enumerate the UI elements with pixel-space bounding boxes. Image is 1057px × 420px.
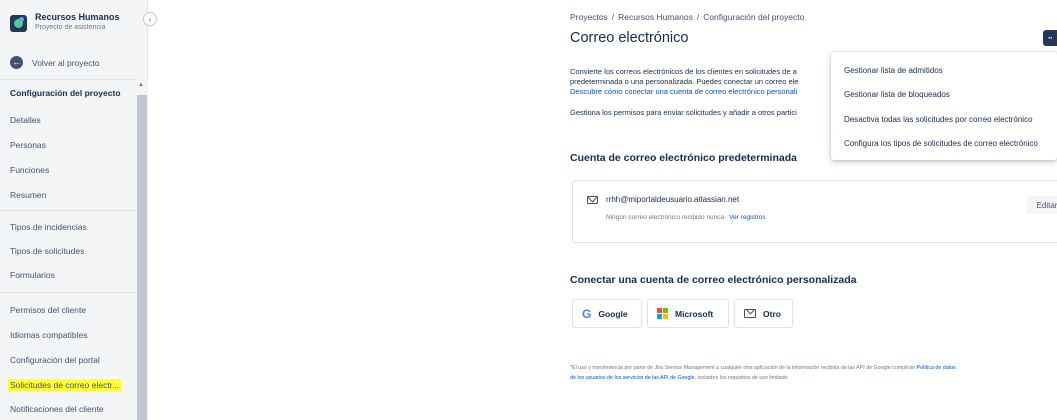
google-button[interactable]: G Google bbox=[572, 299, 642, 328]
google-label: Google bbox=[598, 308, 628, 319]
microsoft-icon bbox=[657, 308, 668, 319]
description-link[interactable]: Descubre cómo conectar una cuenta de cor… bbox=[570, 87, 797, 97]
google-policy-link-cont[interactable]: de los usuarios de los servicios de las … bbox=[570, 375, 695, 381]
collapse-sidebar-button[interactable]: ‹ bbox=[143, 12, 157, 26]
footnote-text-1: *El uso y transferencia por parte de Jir… bbox=[570, 365, 917, 371]
sidebar-item-resumen[interactable]: Resumen bbox=[10, 190, 46, 200]
back-to-project-label: Volver al proyecto bbox=[32, 57, 100, 68]
breadcrumb-separator: / bbox=[611, 12, 615, 22]
envelope-icon bbox=[744, 309, 756, 318]
page-title: Correo electrónico bbox=[570, 30, 689, 46]
custom-account-title: Conectar una cuenta de correo electrónic… bbox=[570, 274, 857, 286]
sidebar-item-idiomas[interactable]: Idiomas compatibles bbox=[10, 330, 87, 340]
default-account-title: Cuenta de correo electrónico predetermin… bbox=[570, 152, 797, 164]
sidebar-scrollbar-thumb[interactable] bbox=[137, 95, 147, 420]
sidebar: Recursos Humanos Proyecto de asistencia … bbox=[0, 0, 148, 420]
footnote-line-1: *El uso y transferencia por parte de Jir… bbox=[570, 364, 956, 372]
other-provider-button[interactable]: Otro bbox=[734, 299, 793, 328]
footnote-text-2: , incluidos los requisitos de uso limita… bbox=[694, 375, 790, 381]
menu-item-configure-types[interactable]: Configura los tipos de solicitudes de co… bbox=[844, 139, 1038, 148]
scroll-up-icon[interactable]: ▲ bbox=[138, 82, 144, 88]
breadcrumb: Proyectos / Recursos Humanos / Configuración… bbox=[570, 12, 804, 22]
google-icon: G bbox=[582, 306, 592, 321]
sidebar-item-funciones[interactable]: Funciones bbox=[10, 165, 49, 175]
email-status: Ningún correo electrónico recibido nunca… bbox=[606, 214, 766, 221]
sidebar-section-title: Configuración del proyecto bbox=[10, 88, 121, 98]
description-line-3: Gestiona los permisos para enviar solici… bbox=[570, 108, 797, 117]
default-email-card bbox=[572, 180, 1057, 243]
envelope-icon bbox=[587, 196, 598, 204]
microsoft-label: Microsoft bbox=[675, 308, 714, 319]
default-email-address: rrhh@miportaldeusuario.atlassian.net bbox=[606, 195, 740, 204]
email-status-text: Ningún correo electrónico recibido nunca bbox=[606, 214, 725, 221]
menu-item-allowlist[interactable]: Gestionar lista de admitidos bbox=[844, 66, 943, 75]
back-to-project-link[interactable]: ← Volver al proyecto bbox=[10, 56, 100, 69]
breadcrumb-proyectos[interactable]: Proyectos bbox=[570, 12, 608, 22]
sidebar-item-permisos-cliente[interactable]: Permisos del cliente bbox=[10, 305, 86, 315]
sidebar-item-config-portal[interactable]: Configuración del portal bbox=[10, 355, 100, 365]
sidebar-item-tipos-solicitudes[interactable]: Tipos de solicitudes bbox=[10, 246, 84, 256]
view-logs-link[interactable]: Ver registros bbox=[729, 214, 766, 221]
sidebar-divider bbox=[0, 292, 136, 293]
breadcrumb-separator: / bbox=[696, 12, 700, 22]
menu-item-disable-all[interactable]: Desactiva todas las solicitudes por corr… bbox=[844, 115, 1033, 124]
other-label: Otro bbox=[763, 308, 781, 319]
sidebar-item-formularios[interactable]: Formularios bbox=[10, 270, 55, 280]
footnote-line-2: de los usuarios de los servicios de las … bbox=[570, 374, 789, 382]
project-name: Recursos Humanos bbox=[35, 12, 120, 22]
more-actions-button[interactable]: ·· bbox=[1043, 30, 1057, 46]
breadcrumb-settings[interactable]: Configuración del proyecto bbox=[703, 12, 804, 22]
arrow-left-icon: ← bbox=[10, 56, 23, 69]
project-avatar-icon bbox=[10, 15, 27, 32]
sidebar-item-tipos-incidencias[interactable]: Tipos de incidencias bbox=[10, 222, 87, 232]
sidebar-item-personas[interactable]: Personas bbox=[10, 140, 46, 150]
sidebar-item-detalles[interactable]: Detalles bbox=[10, 115, 41, 125]
project-subtitle: Proyecto de asistencia bbox=[35, 24, 106, 31]
menu-item-blocklist[interactable]: Gestionar lista de bloqueados bbox=[844, 90, 950, 99]
description-line-1: Convierte los correos electrónicos de lo… bbox=[570, 67, 797, 76]
more-icon: ·· bbox=[1048, 33, 1053, 43]
microsoft-button[interactable]: Microsoft bbox=[647, 299, 729, 328]
chevron-left-icon: ‹ bbox=[148, 14, 152, 24]
sidebar-divider bbox=[0, 210, 136, 211]
edit-button[interactable]: Editar bbox=[1027, 196, 1057, 214]
project-header[interactable]: Recursos Humanos Proyecto de asistencia bbox=[10, 12, 120, 33]
sidebar-item-solicitudes-correo[interactable]: Solicitudes de correo electr... bbox=[8, 379, 122, 391]
more-actions-menu: Gestionar lista de admitidos Gestionar l… bbox=[831, 52, 1057, 160]
google-policy-link[interactable]: Política de datos bbox=[917, 365, 956, 371]
breadcrumb-project[interactable]: Recursos Humanos bbox=[618, 12, 693, 22]
sidebar-item-notificaciones[interactable]: Notificaciones del cliente bbox=[10, 404, 104, 414]
description-line-2: predeterminada o una personalizada. Pued… bbox=[570, 77, 799, 86]
sidebar-divider bbox=[0, 79, 136, 80]
